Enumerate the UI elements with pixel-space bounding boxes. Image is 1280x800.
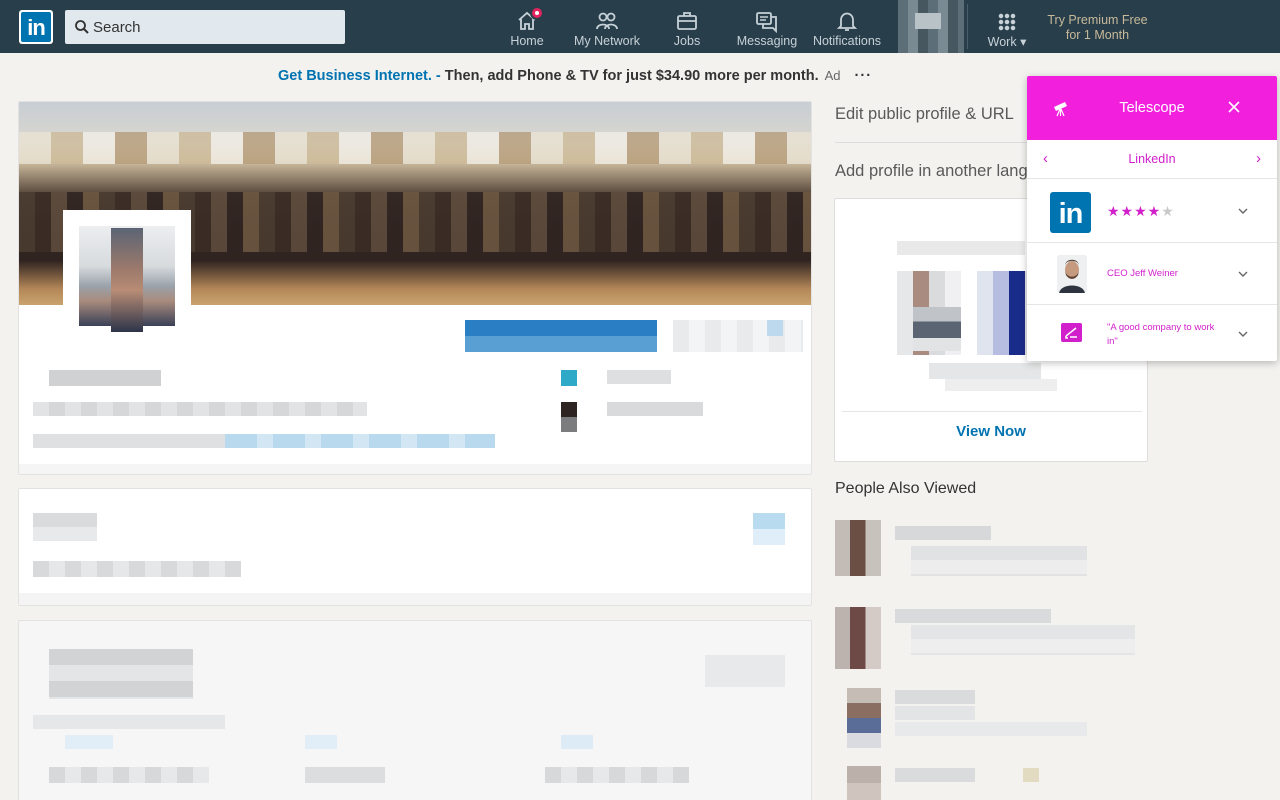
nav-my-network-label: My Network	[574, 34, 640, 48]
nav-work-label: Work ▾	[987, 35, 1027, 49]
profile-location-blurred	[33, 434, 225, 448]
nav-home[interactable]: Home	[497, 0, 557, 53]
people-list-item[interactable]	[835, 688, 1091, 748]
nav-messaging-label: Messaging	[736, 34, 798, 48]
close-icon[interactable]	[1225, 98, 1243, 116]
chevron-down-icon[interactable]	[1237, 268, 1249, 280]
premium-line-1: Try Premium Free	[1047, 13, 1148, 27]
more-options-icon[interactable]: ···	[855, 68, 873, 84]
nav-messaging[interactable]: Messaging	[732, 0, 802, 53]
profile-headline-blurred	[33, 402, 367, 416]
ad-tag: Ad	[824, 68, 841, 83]
briefcase-icon	[677, 12, 697, 30]
nav-divider	[967, 4, 968, 49]
nav-work-menu[interactable]: Work ▾	[977, 0, 1037, 53]
premium-line-2: for 1 Month	[1065, 28, 1130, 42]
people-icon	[596, 12, 618, 30]
top-ad-banner[interactable]: Get Business Internet. - Then, add Phone…	[278, 68, 872, 84]
nav-my-network[interactable]: My Network	[567, 0, 647, 53]
linkedin-logo[interactable]: in	[19, 10, 53, 44]
add-profile-language-link[interactable]: Add profile in another lang	[835, 162, 1028, 181]
people-list-item[interactable]	[835, 766, 1045, 800]
search-icon	[75, 20, 89, 34]
nav-jobs-label: Jobs	[673, 34, 701, 48]
telescope-rating-row[interactable]: in ★★★★★	[1027, 179, 1277, 243]
chat-icon	[756, 12, 777, 33]
try-premium-link[interactable]: Try Premium Free for 1 Month	[1040, 13, 1155, 43]
linkedin-logo-icon: in	[1050, 192, 1091, 233]
edit-icon[interactable]	[753, 513, 785, 545]
people-list-item[interactable]	[835, 607, 1139, 671]
people-also-viewed-heading: People Also Viewed	[835, 480, 977, 497]
edit-public-profile-link[interactable]: Edit public profile & URL	[835, 105, 1014, 124]
sidebar-divider	[835, 142, 1035, 143]
search-placeholder: Search	[93, 19, 141, 36]
profile-section-card	[18, 488, 812, 606]
ceo-name: CEO Jeff Weiner	[1107, 268, 1178, 279]
grid-icon	[998, 13, 1016, 31]
caret-down-icon: ▾	[1020, 35, 1027, 49]
bell-icon	[836, 12, 858, 31]
profile-action-button[interactable]	[465, 320, 657, 352]
nav-notifications-label: Notifications	[812, 34, 882, 48]
notification-badge	[530, 6, 544, 20]
ad-brand-link[interactable]: Get Business Internet. -	[278, 68, 441, 84]
profile-experience-card	[18, 620, 812, 800]
half-star-icon: ★	[1161, 203, 1175, 219]
telescope-site-switcher: ‹ LinkedIn ›	[1027, 140, 1277, 179]
telescope-review-row[interactable]: "A good company to work in"	[1027, 305, 1277, 361]
nav-home-label: Home	[510, 34, 544, 48]
rating-stars: ★★★★★	[1107, 203, 1175, 219]
profile-photo[interactable]	[63, 210, 191, 350]
nav-notifications[interactable]: Notifications	[807, 0, 887, 53]
search-input[interactable]: Search	[65, 10, 345, 44]
review-quote: "A good company to work in"	[1107, 322, 1215, 347]
profile-top-card	[18, 101, 812, 475]
telescope-extension-popup: Telescope ‹ LinkedIn › in ★★★★★ CEO Jeff…	[1027, 76, 1277, 361]
me-avatar[interactable]	[898, 0, 964, 53]
review-icon	[1061, 323, 1082, 342]
more-button[interactable]	[673, 320, 803, 352]
view-now-button[interactable]: View Now	[835, 423, 1147, 440]
telescope-header: Telescope	[1027, 76, 1277, 140]
ad-text: Then, add Phone & TV for just $34.90 mor…	[440, 68, 819, 84]
profile-name-blurred	[49, 370, 161, 386]
ceo-photo	[1057, 255, 1087, 293]
nav-jobs[interactable]: Jobs	[662, 0, 712, 53]
chevron-right-icon[interactable]: ›	[1256, 150, 1261, 167]
chevron-down-icon[interactable]	[1237, 205, 1249, 217]
profile-links-blurred	[225, 434, 495, 448]
people-list-item[interactable]	[835, 520, 1091, 578]
top-navigation-bar: in Search Home My Network Jobs Messaging…	[0, 0, 1280, 53]
telescope-ceo-row[interactable]: CEO Jeff Weiner	[1027, 243, 1277, 305]
telescope-site-name: LinkedIn	[1128, 152, 1176, 166]
chevron-down-icon[interactable]	[1237, 328, 1249, 340]
